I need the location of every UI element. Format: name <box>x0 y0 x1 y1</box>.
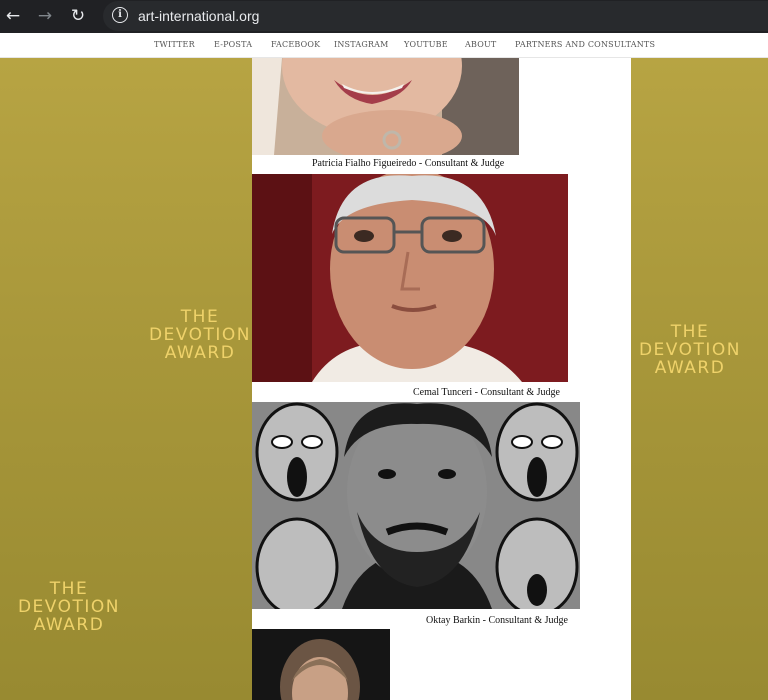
portrait-photo <box>252 58 519 155</box>
site-info-icon[interactable]: i <box>112 7 128 23</box>
portrait-illustration <box>252 174 568 382</box>
nav-e-posta[interactable]: E-POSTA <box>214 40 252 49</box>
url-text: art-international.org <box>138 8 260 24</box>
portrait-photo <box>252 629 390 700</box>
person-caption: Patricia Fialho Figueiredo - Consultant … <box>312 158 505 169</box>
award-text: THE DEVOTION AWARD <box>148 308 252 362</box>
back-arrow-icon[interactable]: ← <box>0 3 26 29</box>
nav-youtube[interactable]: YOUTUBE <box>404 40 448 49</box>
address-bar[interactable]: i art-international.org <box>103 1 768 31</box>
award-text: THE DEVOTION AWARD <box>638 322 742 378</box>
nav-facebook[interactable]: FACEBOOK <box>271 40 320 49</box>
site-nav: TWITTER E-POSTA FACEBOOK INSTAGRAM YOUTU… <box>0 33 768 58</box>
award-text: THE DEVOTION AWARD <box>17 579 121 635</box>
nav-twitter[interactable]: TWITTER <box>154 40 195 49</box>
browser-toolbar: ← → ↻ i art-international.org <box>0 0 768 33</box>
nav-instagram[interactable]: INSTAGRAM <box>334 40 389 49</box>
reload-icon[interactable]: ↻ <box>65 3 91 29</box>
consultants-list: Patricia Fialho Figueiredo - Consultant … <box>252 58 631 700</box>
person-caption: Oktay Barkin - Consultant & Judge <box>426 615 568 626</box>
portrait-photo <box>252 402 580 609</box>
person-caption: Cemal Tunceri - Consultant & Judge <box>413 387 560 398</box>
background-left: THE DEVOTION AWARD THE DEVOTION AWARD <box>0 58 252 700</box>
portrait-photo <box>252 174 568 382</box>
portrait-illustration <box>252 58 519 155</box>
portrait-illustration <box>252 402 580 609</box>
forward-arrow-icon[interactable]: → <box>32 3 58 29</box>
nav-partners-and-consultants[interactable]: PARTNERS AND CONSULTANTS <box>515 40 655 49</box>
nav-about[interactable]: ABOUT <box>465 40 496 49</box>
portrait-illustration <box>252 629 390 700</box>
background-right: THE DEVOTION AWARD <box>631 58 768 700</box>
